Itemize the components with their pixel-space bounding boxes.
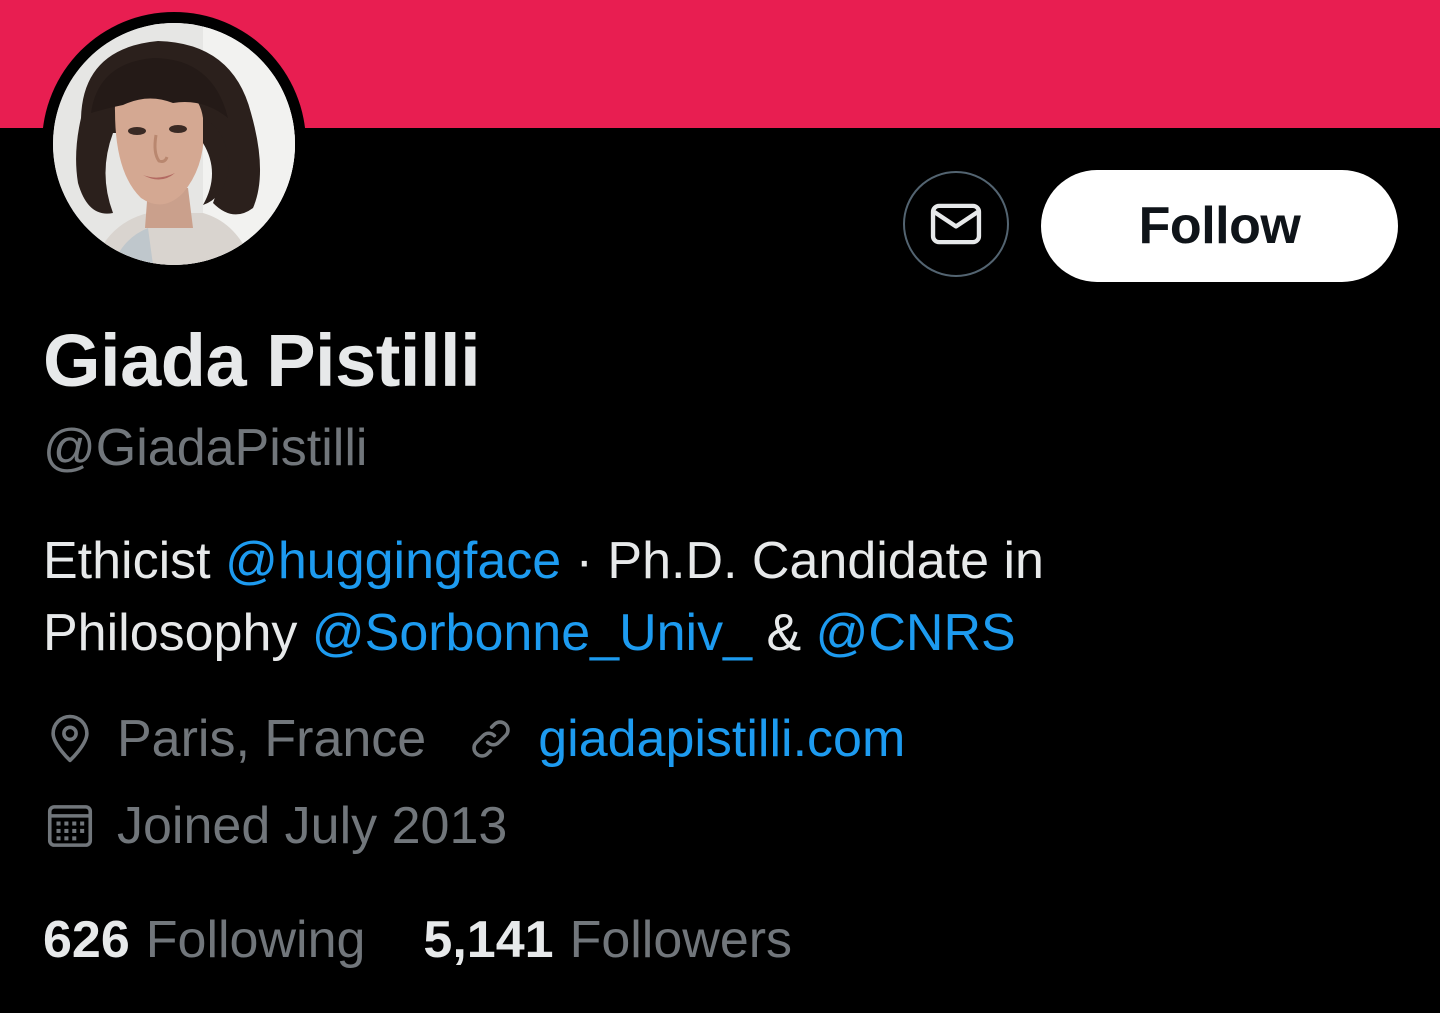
- following-count: 626: [43, 911, 130, 969]
- message-button[interactable]: [903, 171, 1009, 277]
- followers-count: 5,141: [423, 911, 554, 969]
- location-pin-icon: [43, 712, 97, 766]
- envelope-icon: [930, 203, 982, 245]
- calendar-icon: [43, 799, 97, 853]
- profile-bio: Ethicist @huggingface · Ph.D. Candidate …: [43, 525, 1243, 669]
- bio-mention-cnrs[interactable]: @CNRS: [816, 604, 1016, 662]
- bio-text: Ethicist: [43, 532, 226, 590]
- followers-stat[interactable]: 5,141 Followers: [423, 910, 792, 970]
- profile-meta-joined: Joined July 2013: [43, 794, 507, 858]
- bio-text: &: [752, 604, 816, 662]
- profile-stats: 626 Following 5,141 Followers: [43, 905, 792, 975]
- profile-joined-date: Joined July 2013: [117, 797, 508, 855]
- link-icon: [464, 712, 518, 766]
- profile-website-link[interactable]: giadapistilli.com: [538, 709, 905, 769]
- profile-meta-location-website: Paris, France giadapistilli.com: [43, 707, 905, 771]
- follow-button[interactable]: Follow: [1041, 170, 1398, 282]
- profile-handle: @GiadaPistilli: [43, 419, 368, 477]
- avatar-photo: [53, 23, 295, 265]
- followers-label: Followers: [569, 911, 793, 969]
- bio-mention-huggingface[interactable]: @huggingface: [225, 532, 561, 590]
- profile-name: Giada Pistilli: [43, 319, 481, 402]
- profile-location: Paris, France: [117, 710, 427, 768]
- following-stat[interactable]: 626 Following: [43, 910, 365, 970]
- avatar[interactable]: [53, 23, 295, 265]
- following-label: Following: [145, 911, 366, 969]
- bio-mention-sorbonne[interactable]: @Sorbonne_Univ_: [312, 604, 752, 662]
